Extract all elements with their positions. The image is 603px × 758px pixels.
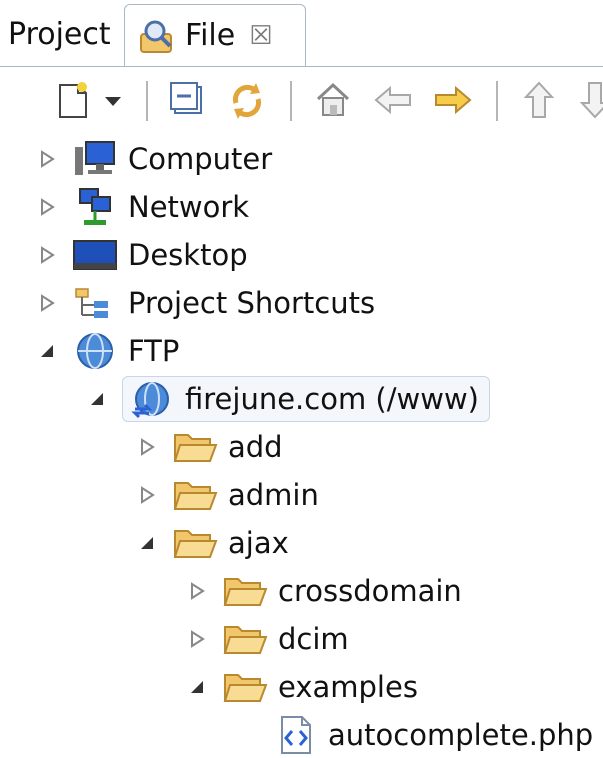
folder-icon	[173, 482, 218, 510]
globe-icon	[77, 333, 113, 369]
folder-icon	[173, 434, 218, 462]
tree-item-label: Desktop	[128, 238, 248, 272]
home-icon[interactable]	[312, 79, 354, 121]
dropdown-arrow-icon[interactable]	[98, 79, 128, 121]
forward-arrow-icon[interactable]	[432, 79, 474, 121]
new-file-icon[interactable]	[52, 79, 94, 121]
tree-item-label: crossdomain	[278, 574, 462, 608]
tree-item-ftp-site[interactable]: firejune.com (/www)	[86, 376, 490, 422]
tree-item-folder-crossdomain[interactable]: crossdomain	[186, 568, 462, 614]
folder-icon	[223, 578, 268, 606]
tree-item-folder-admin[interactable]: admin	[136, 472, 319, 518]
tree-item-folder-ajax[interactable]: ajax	[136, 520, 289, 566]
tree-item-label: Network	[128, 190, 250, 224]
network-icon	[79, 188, 111, 225]
tree-item-label: ajax	[228, 526, 289, 560]
desktop-icon	[73, 240, 117, 270]
tree-item-desktop[interactable]: Desktop	[36, 232, 248, 278]
tree-item-label: admin	[228, 478, 319, 512]
php-file-icon	[281, 716, 311, 754]
expand-arrow-icon[interactable]	[36, 148, 58, 170]
tab-project-label: Project	[8, 16, 111, 52]
expand-arrow-icon[interactable]	[136, 436, 158, 458]
tree-item-label: firejune.com (/www)	[185, 382, 479, 416]
up-arrow-icon[interactable]	[518, 79, 560, 121]
expand-arrow-icon[interactable]	[36, 244, 58, 266]
shortcuts-icon	[75, 288, 108, 318]
toolbar-separator	[496, 81, 498, 121]
tree-item-label: Computer	[128, 142, 273, 176]
refresh-icon[interactable]	[226, 79, 268, 121]
expand-arrow-icon[interactable]	[36, 196, 58, 218]
collapse-arrow-icon[interactable]	[186, 676, 208, 698]
collapse-arrow-icon[interactable]	[36, 340, 58, 362]
expand-arrow-icon[interactable]	[186, 628, 208, 650]
back-arrow-icon[interactable]	[372, 79, 414, 121]
collapse-arrow-icon[interactable]	[136, 532, 158, 554]
tree-item-folder-add[interactable]: add	[136, 424, 283, 470]
tree-item-label: autocomplete.php	[328, 718, 594, 752]
folder-icon	[223, 626, 268, 654]
file-explorer-icon	[140, 20, 172, 53]
folder-icon	[173, 530, 218, 558]
tab-project[interactable]: Project	[8, 4, 111, 64]
close-tab-icon[interactable]: ☒	[249, 21, 272, 51]
view-tab-bar: Project File ☒	[0, 0, 603, 66]
tree-item-folder-dcim[interactable]: dcim	[186, 616, 349, 662]
toolbar-separator	[146, 81, 148, 121]
computer-icon	[75, 141, 115, 175]
down-arrow-icon[interactable]	[574, 79, 603, 121]
tree-item-label: dcim	[278, 622, 349, 656]
folder-icon	[223, 674, 268, 702]
expand-arrow-icon[interactable]	[136, 484, 158, 506]
tree-item-project-shortcuts[interactable]: Project Shortcuts	[36, 280, 375, 326]
expand-arrow-icon[interactable]	[36, 292, 58, 314]
expand-arrow-icon[interactable]	[186, 580, 208, 602]
tree-item-label: examples	[278, 670, 418, 704]
selected-tree-item[interactable]: firejune.com (/www)	[122, 376, 490, 422]
tree-item-label: Project Shortcuts	[128, 286, 376, 320]
tree-item-network[interactable]: Network	[36, 184, 249, 230]
tree-item-computer[interactable]: Computer	[36, 136, 272, 182]
ftp-site-icon	[131, 382, 169, 419]
tab-file[interactable]: File ☒	[124, 4, 306, 66]
collapse-all-icon[interactable]	[166, 79, 208, 121]
tab-file-label: File	[185, 18, 236, 53]
tree-item-label: add	[228, 430, 283, 464]
collapse-arrow-icon[interactable]	[86, 388, 108, 410]
tree-item-ftp[interactable]: FTP	[36, 328, 179, 374]
toolbar-separator	[290, 81, 292, 121]
tree-item-file-autocomplete[interactable]: autocomplete.php	[272, 712, 593, 758]
explorer-toolbar	[0, 66, 603, 137]
tree-item-label: FTP	[128, 334, 180, 368]
tree-item-folder-examples[interactable]: examples	[186, 664, 418, 710]
